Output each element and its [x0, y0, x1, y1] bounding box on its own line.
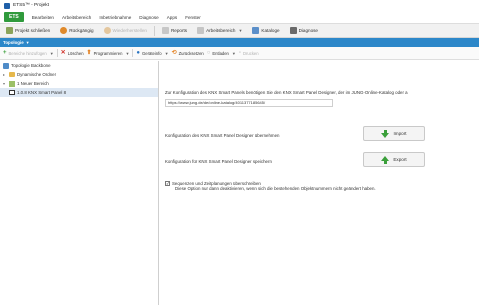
import-arrow-icon	[381, 129, 390, 138]
import-button[interactable]: Import	[363, 126, 425, 141]
undo-icon	[60, 27, 68, 34]
catalogs-button[interactable]: Kataloge	[249, 26, 282, 35]
reports-label: Reports	[170, 28, 188, 33]
menu-workspace[interactable]: Arbeitsbereich	[62, 15, 91, 20]
info-text: Zur Konfiguration des KNX Smart Panels b…	[165, 90, 408, 95]
house-icon	[3, 62, 9, 69]
program-label: Programmieren	[93, 50, 123, 56]
window-title: ETS5™ - Projekt	[13, 3, 49, 8]
undo-label: Rückgängig	[69, 28, 94, 33]
redo-button[interactable]: Wiederherstellen	[101, 26, 150, 35]
add-lines-label: Bereiche hinzufügen	[8, 50, 47, 56]
plus-icon: +	[3, 50, 7, 56]
print-button[interactable]: ▫ Drucken	[239, 50, 259, 56]
action-divider	[56, 49, 58, 57]
unload-icon: ○	[206, 50, 211, 56]
workspace-icon	[197, 27, 205, 34]
chevron-down-icon: ▼	[25, 40, 30, 45]
redo-icon	[103, 27, 111, 34]
reset-label: Zurücksetzen	[178, 50, 204, 56]
delete-label: Löschen	[67, 50, 84, 56]
toolbar-divider	[153, 25, 155, 36]
catalog-url-field[interactable]: https://www.jung.de/de/online-katalog/40…	[165, 99, 333, 107]
overwrite-checkbox[interactable]: ✓	[165, 181, 170, 186]
reports-icon	[161, 27, 169, 34]
info-icon: ●	[136, 50, 141, 56]
reports-button[interactable]: Reports	[159, 26, 190, 35]
redo-label: Wiederherstellen	[112, 28, 147, 33]
diagnostics-icon	[289, 27, 297, 34]
catalogs-label: Kataloge	[261, 28, 280, 33]
import-description: Konfiguration des KNX Smart Panel Design…	[165, 133, 280, 138]
area-icon	[9, 80, 15, 87]
menu-diagnostics[interactable]: Diagnose	[139, 15, 158, 20]
program-button[interactable]: ⬆ Programmieren ▼	[87, 50, 130, 56]
device-config-panel: Zur Konfiguration des KNX Smart Panels b…	[160, 61, 479, 305]
ets-app-icon	[4, 2, 10, 9]
undo-button[interactable]: Rückgängig	[57, 26, 96, 35]
action-divider	[132, 49, 134, 57]
close-project-icon	[6, 27, 13, 34]
diagnostics-button[interactable]: Diagnose	[287, 26, 321, 35]
tree-item-label: Topologie Backbone	[11, 63, 51, 68]
device-info-button[interactable]: ● Geräteinfo ▼	[136, 50, 168, 56]
menu-apps[interactable]: Apps	[167, 15, 177, 20]
tree-item-label: 1 Neuer Bereich	[17, 81, 49, 86]
chevron-down-icon: ▼	[231, 50, 236, 56]
delete-button[interactable]: ✕ Löschen	[61, 50, 84, 56]
import-button-label: Import	[393, 131, 407, 136]
panel-title: Topologie	[3, 40, 24, 45]
close-project-label: Projekt schließen	[15, 28, 51, 33]
unload-label: Entladen	[212, 50, 229, 56]
export-description: Konfiguration für KNX Smart Panel Design…	[165, 159, 272, 164]
workspace-label: Arbeitsbereich	[206, 28, 236, 33]
tree-item-new-area[interactable]: ▾ 1 Neuer Bereich	[0, 79, 158, 88]
chevron-down-icon: ▼	[238, 28, 243, 33]
menu-edit[interactable]: Bearbeiten	[32, 15, 54, 20]
topology-action-bar: + Bereiche hinzufügen ▼ ✕ Löschen ⬆ Prog…	[0, 47, 479, 60]
topology-panel-header[interactable]: Topologie ▼	[0, 38, 479, 47]
reset-button[interactable]: ⟲ Zurücksetzen	[172, 50, 204, 56]
folder-icon	[9, 72, 15, 77]
workspace-button[interactable]: Arbeitsbereich ▼	[194, 26, 245, 35]
menu-commissioning[interactable]: Inbetriebnahme	[99, 15, 131, 20]
reset-icon: ⟲	[171, 50, 177, 56]
chevron-down-icon: ▼	[125, 50, 130, 56]
tree-item-label: 1.0.8 KNX Smart Panel 8	[17, 90, 67, 95]
checkbox-hint: Diese Option nur dann deaktivieren, wenn…	[175, 186, 376, 191]
program-arrow-icon: ⬆	[86, 50, 92, 56]
device-info-label: Geräteinfo	[142, 50, 162, 56]
unload-button[interactable]: ○ Entladen ▼	[207, 50, 236, 56]
print-icon: ▫	[238, 50, 241, 56]
overwrite-sequences-option: ✓ Sequenzen und Zeitplanungen überschrei…	[165, 181, 376, 191]
chevron-down-icon: ▼	[49, 50, 54, 56]
delete-x-icon: ✕	[60, 50, 66, 56]
device-icon	[9, 90, 15, 95]
tree-item-dynamic-folders[interactable]: ▸ Dynamische Ordner	[0, 70, 158, 79]
collapse-arrow-icon[interactable]: ▾	[3, 81, 7, 86]
export-arrow-icon	[381, 155, 390, 164]
expand-arrow-icon[interactable]: ▸	[3, 72, 7, 77]
catalogs-icon	[252, 27, 260, 34]
export-button-label: Export	[393, 157, 407, 162]
title-bar: ETS5™ - Projekt	[0, 0, 479, 11]
close-project-button[interactable]: Projekt schließen	[3, 26, 53, 35]
tree-item-backbone[interactable]: Topologie Backbone	[0, 61, 158, 70]
tree-item-smart-panel[interactable]: 1.0.8 KNX Smart Panel 8	[0, 88, 158, 97]
chevron-down-icon: ▼	[164, 50, 169, 56]
ets-menu-tab[interactable]: ETS	[4, 12, 24, 22]
add-lines-button[interactable]: + Bereiche hinzufügen ▼	[3, 50, 54, 56]
diagnostics-label: Diagnose	[298, 28, 318, 33]
tree-item-label: Dynamische Ordner	[17, 72, 57, 77]
menu-bar: ETS Bearbeiten Arbeitsbereich Inbetriebn…	[0, 11, 479, 23]
topology-tree: Topologie Backbone ▸ Dynamische Ordner ▾…	[0, 61, 159, 305]
menu-window[interactable]: Fenster	[185, 15, 201, 20]
main-toolbar: Projekt schließen Rückgängig Wiederherst…	[0, 23, 479, 38]
export-button[interactable]: Export	[363, 152, 425, 167]
print-label: Drucken	[243, 50, 259, 56]
